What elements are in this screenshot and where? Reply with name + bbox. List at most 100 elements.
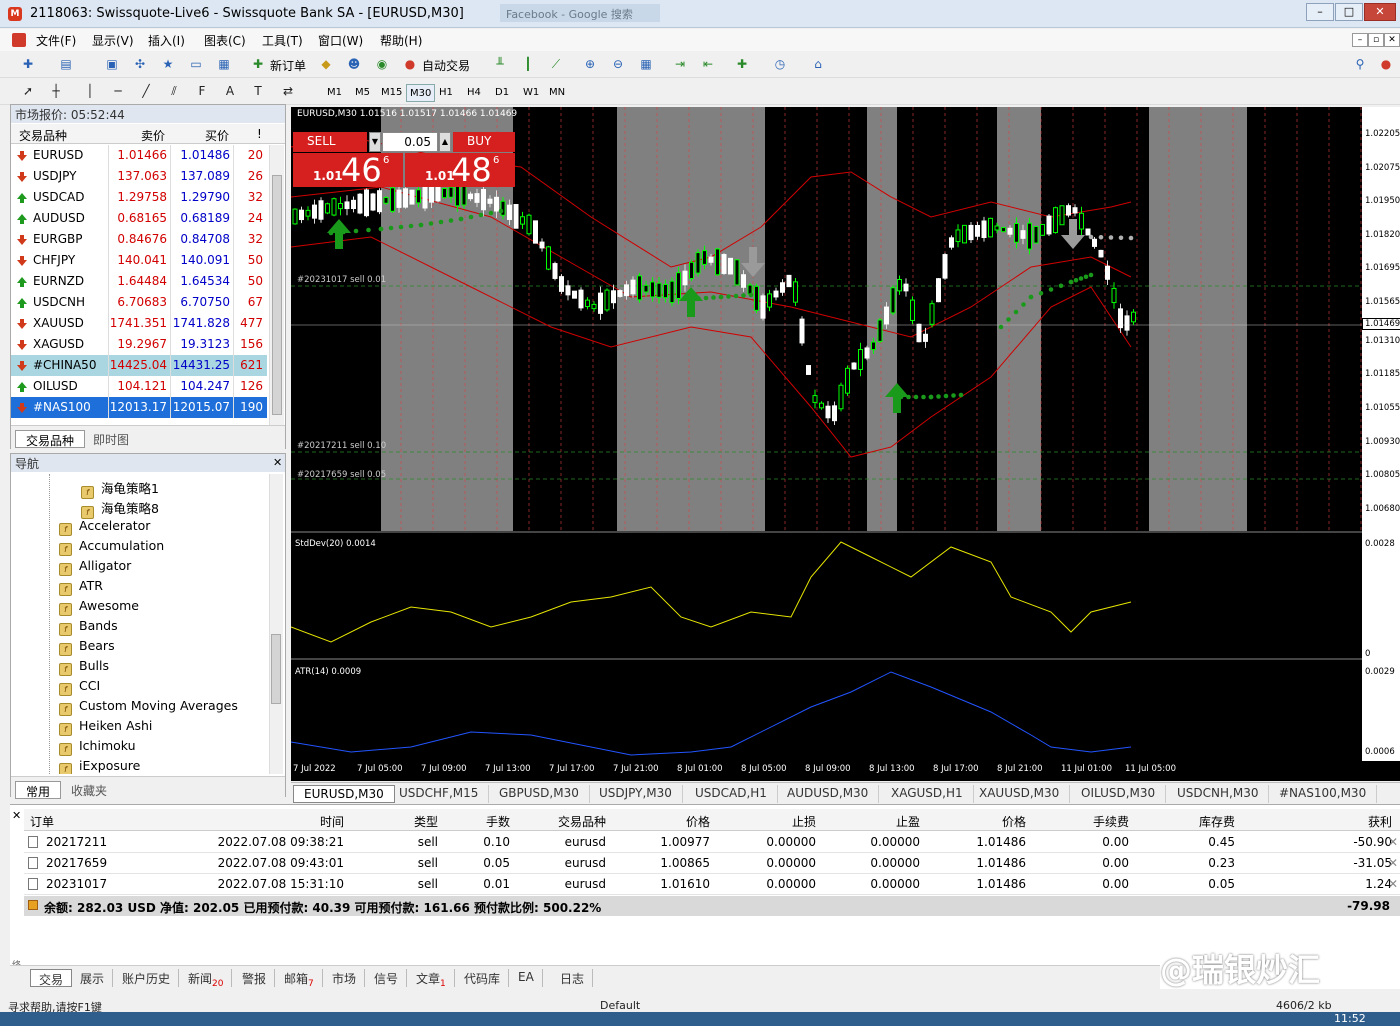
strategy-tester-icon[interactable]: ▦ (214, 55, 234, 73)
navigator-item[interactable]: f CCI (59, 678, 100, 698)
crosshair-icon[interactable]: ┼ (46, 82, 66, 100)
new-order-icon[interactable]: ✚ (248, 55, 268, 73)
column-symbol[interactable]: 交易品种 (19, 127, 67, 144)
indicators-icon[interactable]: ✚ (732, 55, 752, 73)
notification-icon[interactable]: ● (1376, 55, 1396, 73)
terminal-tab[interactable]: 日志 (552, 969, 594, 987)
metaeditor-icon[interactable]: ◆ (316, 55, 336, 73)
close-order-icon[interactable]: ✕ (1388, 877, 1398, 891)
price-chart-canvas[interactable] (291, 107, 1362, 761)
column-header[interactable]: 价格 (686, 813, 710, 830)
menu-view[interactable]: 显示(V) (92, 32, 134, 49)
column-header[interactable]: 止盈 (896, 813, 920, 830)
tile-windows-icon[interactable]: ▦ (636, 55, 656, 73)
timeframe-m15[interactable]: M15 (378, 84, 405, 102)
candlestick-icon[interactable]: ┃ (518, 55, 538, 73)
chart-tab[interactable]: AUDUSD,M30 (777, 785, 880, 803)
navigator-item[interactable]: f iExposure (59, 758, 140, 774)
market-watch-scrollbar[interactable] (269, 145, 284, 425)
scroll-thumb[interactable] (272, 175, 282, 415)
channel-icon[interactable]: ⫽ (164, 82, 184, 100)
chart-tab[interactable]: XAUUSD,M30 (969, 785, 1071, 803)
fibonacci-icon[interactable]: F (192, 82, 212, 100)
templates-icon[interactable]: ⌂ (808, 55, 828, 73)
chart-tab[interactable]: #NAS100,M30 (1269, 785, 1378, 803)
terminal-tab[interactable]: 信号 (366, 969, 408, 987)
terminal-tab[interactable]: 交易 (30, 969, 73, 987)
chart-shift-icon[interactable]: ⇥ (670, 55, 690, 73)
navigator-icon[interactable]: ★ (158, 55, 178, 73)
terminal-tab[interactable]: EA (510, 969, 543, 987)
timeframe-mn[interactable]: MN (546, 84, 568, 102)
navigator-item[interactable]: f Bears (59, 638, 115, 658)
signals-icon[interactable]: ◉ (372, 55, 392, 73)
buy-price-box[interactable]: 1.01 48 6 (405, 151, 515, 189)
chart-tab[interactable]: GBPUSD,M30 (489, 785, 590, 803)
chart-tab[interactable]: USDCHF,M15 (389, 785, 490, 803)
mql5-icon[interactable]: ☻ (344, 55, 364, 73)
symbol-row[interactable]: AUDUSD 0.68165 0.68189 24 (11, 208, 267, 229)
maximize-button[interactable]: □ (1335, 3, 1363, 21)
navigator-item[interactable]: f Awesome (59, 598, 139, 618)
column-header[interactable]: 手数 (486, 813, 510, 830)
navigator-item[interactable]: f Alligator (59, 558, 131, 578)
minimize-button[interactable]: – (1306, 3, 1334, 21)
close-order-icon[interactable]: ✕ (1388, 835, 1398, 849)
timeframe-m1[interactable]: M1 (324, 84, 345, 102)
timeframe-h1[interactable]: H1 (436, 84, 456, 102)
navigator-item[interactable]: f 海龟策略1 (81, 478, 159, 499)
menu-chart[interactable]: 图表(C) (204, 32, 246, 49)
bar-chart-icon[interactable]: ╨ (490, 55, 510, 73)
arrows-tool-icon[interactable]: ⇄ (278, 82, 298, 100)
navigator-item[interactable]: f Accumulation (59, 538, 164, 558)
timeframe-m5[interactable]: M5 (352, 84, 373, 102)
terminal-icon[interactable]: ▭ (186, 55, 206, 73)
symbol-row[interactable]: #CHINA50 14425.04 14431.25 621 (11, 355, 267, 376)
column-header[interactable]: 类型 (414, 813, 438, 830)
buy-button[interactable]: BUY (453, 132, 515, 152)
lot-size-input[interactable]: 0.05 (382, 132, 438, 152)
mdi-minimize-button[interactable]: – (1352, 33, 1368, 47)
label-tool-icon[interactable]: T (248, 82, 268, 100)
lot-decrease-icon[interactable]: ▼ (369, 132, 381, 152)
symbol-row[interactable]: EURNZD 1.64484 1.64534 50 (11, 271, 267, 292)
menu-help[interactable]: 帮助(H) (380, 32, 422, 49)
lot-increase-icon[interactable]: ▲ (439, 132, 451, 152)
timeframe-m30[interactable]: M30 (406, 84, 436, 102)
column-header[interactable]: 库存费 (1199, 813, 1235, 830)
navigator-item[interactable]: f Heiken Ashi (59, 718, 152, 738)
close-button[interactable]: ✕ (1364, 3, 1396, 21)
navigator-item[interactable]: f 海龟策略8 (81, 498, 159, 519)
menu-insert[interactable]: 插入(I) (148, 32, 185, 49)
symbol-row[interactable]: EURGBP 0.84676 0.84708 32 (11, 229, 267, 250)
column-bid[interactable]: 卖价 (141, 127, 165, 144)
terminal-tab[interactable]: 代码库 (456, 969, 510, 987)
symbol-row[interactable]: OILUSD 104.121 104.247 126 (11, 376, 267, 397)
terminal-tab[interactable]: 文章1 (408, 969, 455, 989)
periods-clock-icon[interactable]: ◷ (770, 55, 790, 73)
order-row[interactable]: 20217659 2022.07.08 09:43:01 sell 0.05 eurus… (24, 853, 1400, 874)
column-header[interactable]: 手续费 (1093, 813, 1129, 830)
sell-price-box[interactable]: 1.01 46 6 (293, 151, 403, 189)
symbol-row[interactable]: CHFJPY 140.041 140.091 50 (11, 250, 267, 271)
menu-file[interactable]: 文件(F) (36, 32, 76, 49)
text-tool-icon[interactable]: A (220, 82, 240, 100)
chart-tab[interactable]: EURUSD,M30 (293, 785, 395, 803)
tab-common[interactable]: 常用 (15, 781, 62, 799)
new-chart-icon[interactable]: ✚ (18, 55, 38, 73)
terminal-tab[interactable]: 新闻20 (180, 969, 233, 989)
navigator-item[interactable]: f Accelerator (59, 518, 150, 538)
navigator-item[interactable]: f Bulls (59, 658, 109, 678)
column-header[interactable]: 止损 (792, 813, 816, 830)
column-spread[interactable]: ! (257, 127, 262, 141)
zoom-in-icon[interactable]: ⊕ (580, 55, 600, 73)
auto-trading-icon[interactable]: ● (400, 55, 420, 73)
line-chart-icon[interactable]: ⟋ (546, 55, 566, 73)
chart-tab[interactable]: USDCAD,H1 (685, 785, 778, 803)
vertical-line-icon[interactable]: │ (80, 82, 100, 100)
column-header[interactable]: 价格 (1002, 813, 1026, 830)
terminal-tab[interactable]: 警报 (234, 969, 276, 987)
menu-tools[interactable]: 工具(T) (262, 32, 303, 49)
menu-window[interactable]: 窗口(W) (318, 32, 363, 49)
status-profile[interactable]: Default (600, 999, 640, 1012)
